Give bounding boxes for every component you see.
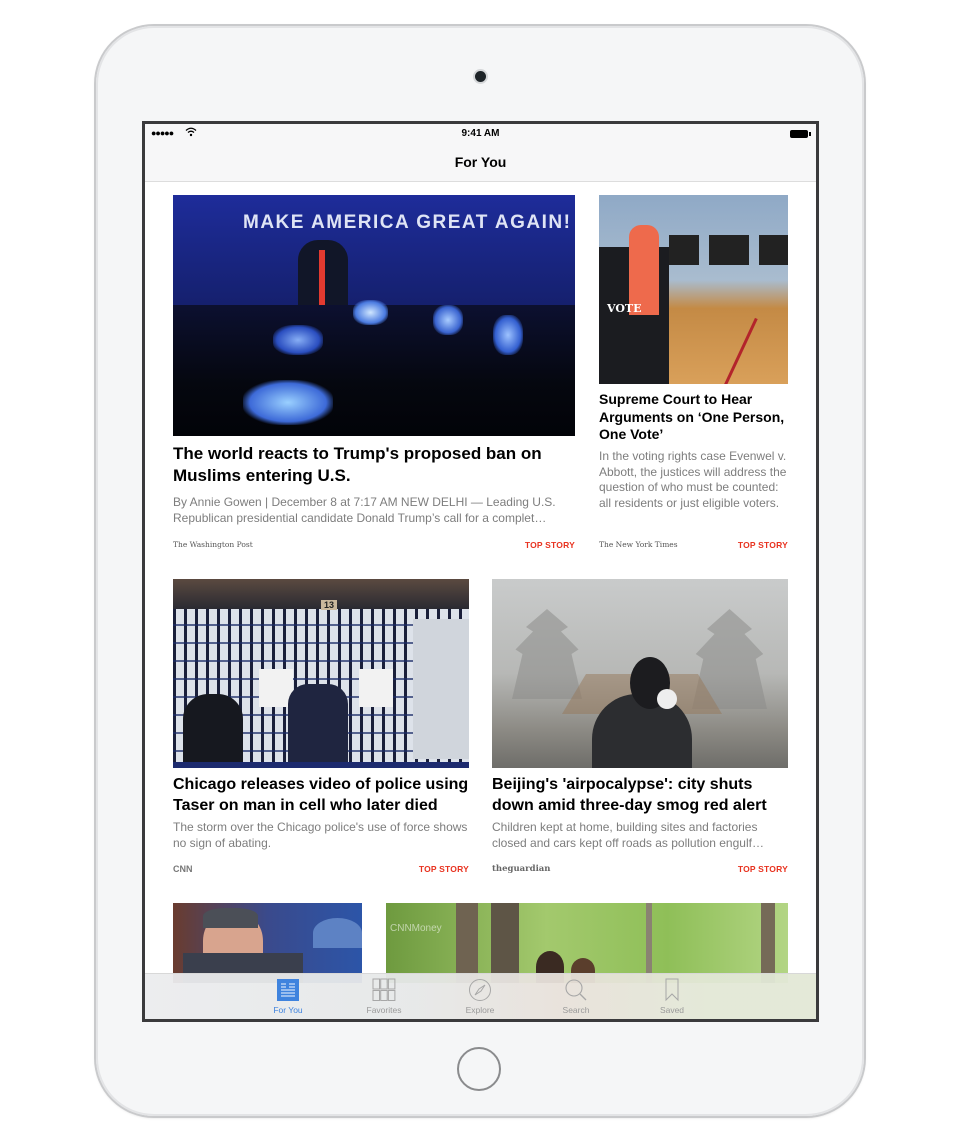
tab-bar: For You Favorites Explore Search Saved — [145, 973, 816, 1019]
top-story-badge: TOP STORY — [524, 540, 575, 550]
article-image: VOTE — [599, 195, 788, 384]
article-description: The storm over the Chicago police's use … — [173, 820, 468, 850]
tab-label: Saved — [659, 1005, 685, 1015]
article-title[interactable]: Chicago releases video of police using T… — [173, 774, 469, 816]
article-image — [173, 903, 362, 983]
page-title: For You — [454, 154, 507, 170]
top-story-badge: TOP STORY — [737, 864, 788, 874]
source-logo[interactable]: The Washington Post — [173, 540, 253, 549]
tab-for-you[interactable]: For You — [253, 974, 323, 1019]
battery-icon — [790, 130, 811, 138]
cell-number: 13 — [321, 600, 338, 610]
banner-text: MAKE AMERICA GREAT AGAIN! — [243, 212, 572, 233]
tab-explore[interactable]: Explore — [445, 974, 515, 1019]
article-card[interactable]: Beijing's 'airpocalypse': city shuts dow… — [492, 579, 788, 879]
top-story-badge: TOP STORY — [418, 864, 469, 874]
article-title[interactable]: Supreme Court to Hear Arguments on ‘One … — [599, 391, 788, 444]
bookmark-icon — [665, 978, 679, 1002]
article-image: 13 — [173, 579, 469, 768]
tab-label: Favorites — [366, 1005, 402, 1015]
article-description: Children kept at home, building sites an… — [492, 820, 764, 850]
article-card[interactable] — [173, 903, 362, 983]
clock: 9:41 AM — [461, 128, 500, 139]
article-card[interactable]: 13 Chicago releases video of police usin… — [173, 579, 469, 879]
tab-label: Explore — [465, 1005, 495, 1015]
top-story-badge: TOP STORY — [737, 540, 788, 550]
article-card[interactable]: VOTE Supreme Court to Hear Arguments on … — [599, 195, 788, 555]
article-description: In the voting rights case Evenwel v. Abb… — [599, 449, 787, 510]
screen: ●●●●● 9:41 AM For You MAKE AMERICA GREAT… — [142, 121, 819, 1022]
source-logo[interactable]: CNN — [173, 864, 193, 874]
source-logo[interactable]: The New York Times — [599, 540, 678, 549]
article-description: By Annie Gowen | December 8 at 7:17 AM N… — [173, 495, 556, 525]
article-card[interactable]: MAKE AMERICA GREAT AGAIN! The world reac… — [173, 195, 575, 555]
article-image — [492, 579, 788, 768]
article-title[interactable]: The world reacts to Trump's proposed ban… — [173, 443, 575, 487]
cnnmoney-watermark: CNNMoney — [390, 923, 442, 934]
article-card[interactable]: CNNMoney — [386, 903, 788, 983]
news-icon — [277, 979, 299, 1001]
article-title[interactable]: Beijing's 'airpocalypse': city shuts dow… — [492, 774, 788, 816]
home-button[interactable] — [457, 1047, 501, 1091]
search-icon — [565, 979, 587, 1001]
tab-label: For You — [273, 1005, 303, 1015]
tab-search[interactable]: Search — [541, 974, 611, 1019]
article-image: CNNMoney — [386, 903, 788, 983]
grid-icon — [372, 978, 396, 1001]
article-image: MAKE AMERICA GREAT AGAIN! — [173, 195, 575, 436]
source-logo[interactable]: theguardian — [492, 864, 550, 874]
vote-label: VOTE — [607, 302, 642, 315]
front-camera — [475, 71, 486, 82]
status-bar: ●●●●● 9:41 AM — [145, 124, 816, 144]
compass-icon — [469, 979, 491, 1001]
tab-label: Search — [562, 1005, 590, 1015]
nav-bar: For You — [145, 144, 816, 182]
tab-saved[interactable]: Saved — [637, 974, 707, 1019]
tab-favorites[interactable]: Favorites — [349, 974, 419, 1019]
